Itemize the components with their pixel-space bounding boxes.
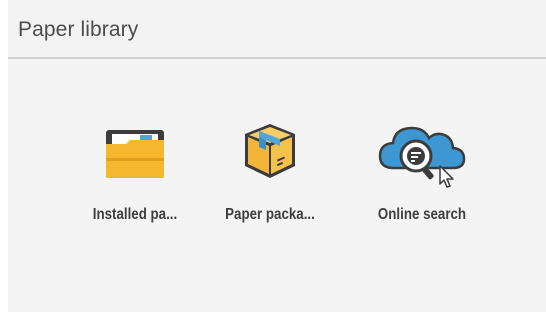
package-box-icon (205, 120, 335, 190)
paper-packages-label: Paper packa... (225, 206, 315, 223)
paper-library-panel: Paper library Installed pa... Paper pack… (8, 0, 546, 312)
paper-packages-button[interactable]: Paper packa... (205, 120, 335, 240)
online-search-label: Online search (377, 206, 467, 223)
installed-papers-label: Installed pa... (92, 206, 178, 223)
panel-header: Paper library (8, 0, 546, 59)
page-title: Paper library (18, 18, 139, 41)
installed-papers-button[interactable]: Installed pa... (70, 120, 200, 240)
cloud-search-icon (357, 120, 487, 190)
folder-icon (70, 120, 200, 190)
library-items: Installed pa... Paper packa... Online se… (8, 120, 546, 240)
online-search-button[interactable]: Online search (357, 120, 487, 240)
